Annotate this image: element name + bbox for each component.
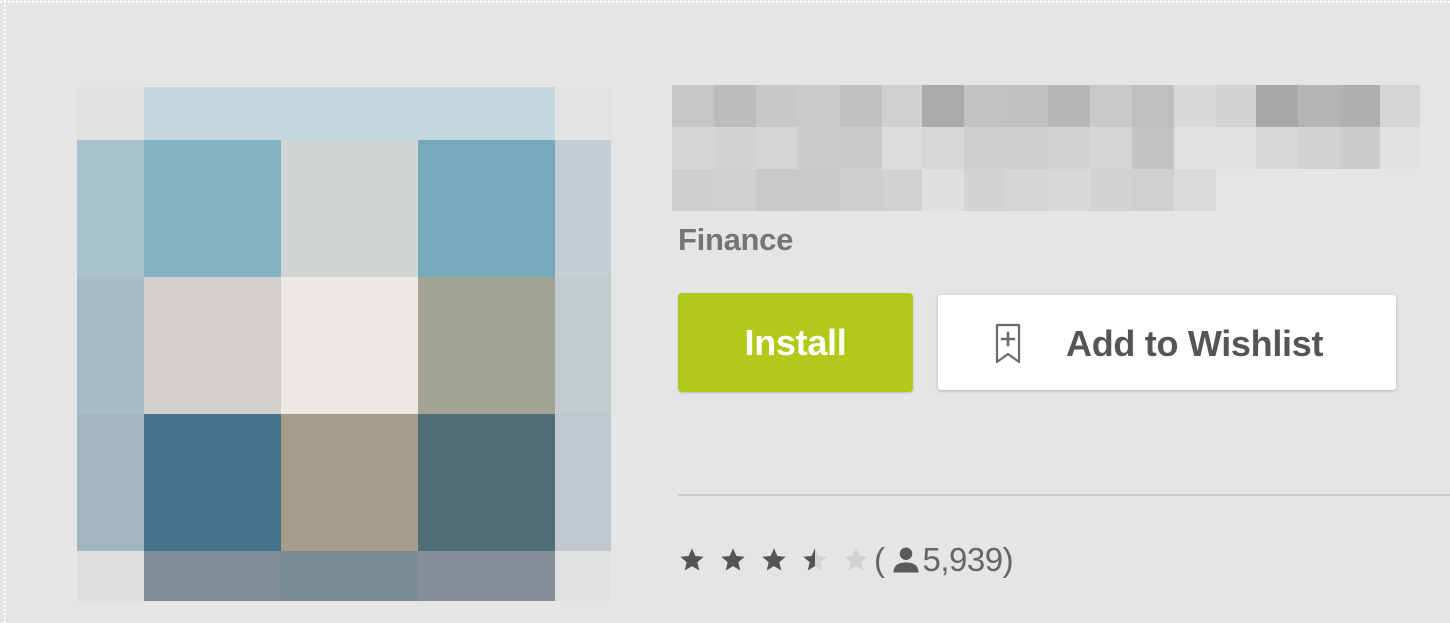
section-divider (678, 494, 1450, 496)
rating-count-value: 5,939 (922, 541, 1004, 578)
app-title-redacted (670, 85, 1430, 215)
app-category[interactable]: Finance (678, 222, 793, 258)
open-paren: ( (874, 541, 885, 578)
add-to-wishlist-label: Add to Wishlist (1066, 323, 1324, 364)
person-icon (893, 547, 918, 573)
star-icon (762, 548, 786, 571)
rating-summary: ( 5,939 ) (678, 535, 1014, 585)
star-icon (721, 548, 745, 571)
rating-count: ( 5,939 ) (874, 541, 1014, 579)
close-paren: ) (1002, 541, 1014, 578)
bookmark-plus-icon (993, 323, 1023, 365)
star-half-icon (803, 548, 827, 571)
star-rating (678, 540, 868, 580)
star-icon (680, 548, 704, 571)
install-button[interactable]: Install (678, 293, 913, 392)
star-empty-icon (844, 548, 868, 571)
add-to-wishlist-button[interactable]: Add to Wishlist (938, 295, 1396, 390)
app-icon (0, 0, 620, 623)
